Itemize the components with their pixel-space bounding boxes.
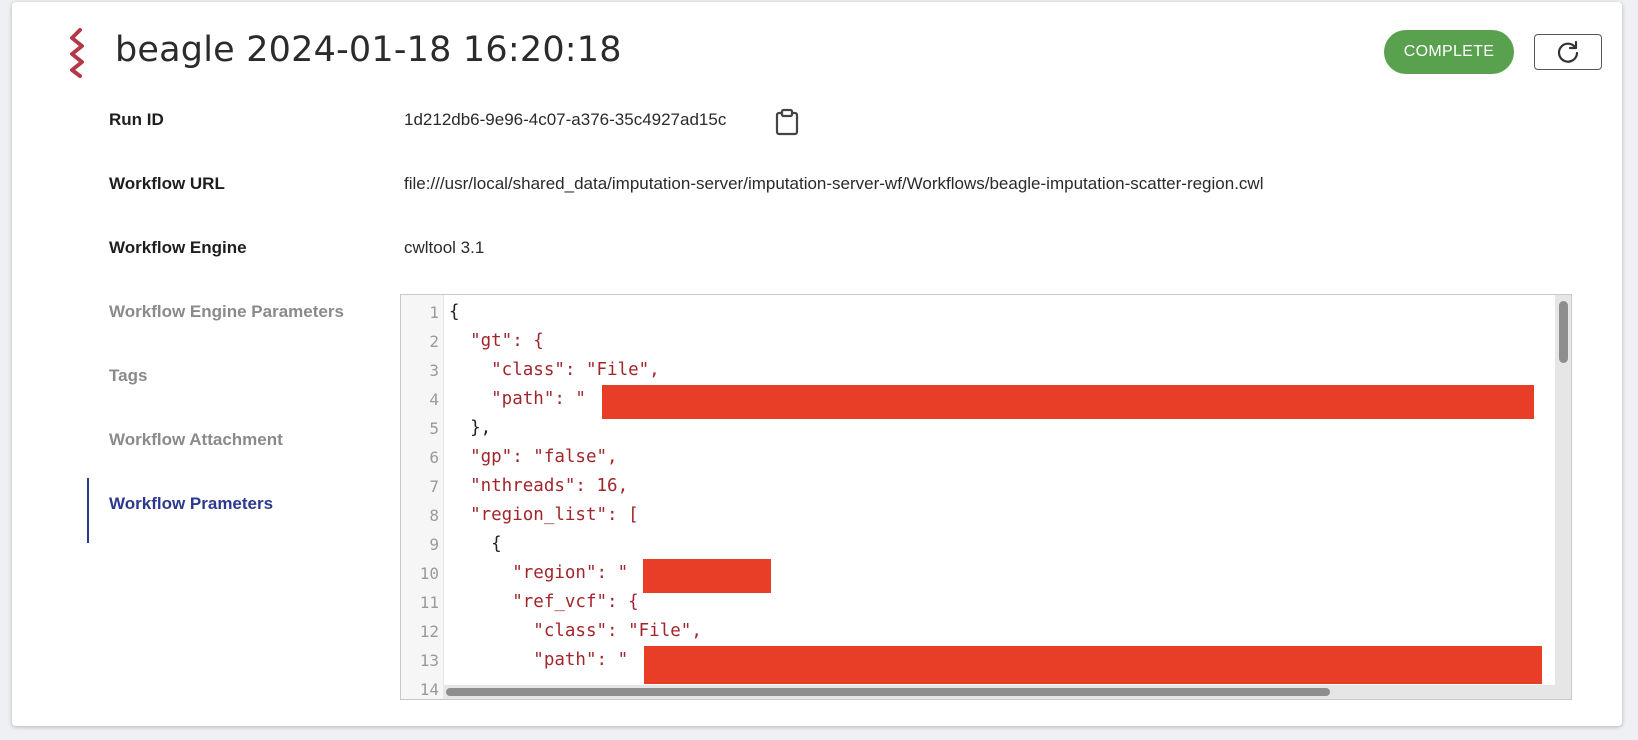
code-line: "path": " [449,389,586,409]
code-line: "region": " [449,563,629,583]
nav-item-tags[interactable]: Tags [109,366,147,386]
line-number: 3 [429,361,439,380]
run-id-value: 1d212db6-9e96-4c07-a376-35c4927ad15c [404,110,727,129]
horizontal-scroll-thumb[interactable] [446,688,1330,696]
line-number: 14 [419,680,439,699]
line-number: 8 [429,506,439,525]
code-line: { [449,534,502,554]
workflow-engine-value: cwltool 3.1 [404,238,485,257]
code-line: "nthreads": 16, [449,476,629,496]
workflow-engine-label: Workflow Engine [109,238,247,257]
clipboard-icon[interactable] [774,108,800,136]
workflow-url-value: file:///usr/local/shared_data/imputation… [404,174,1264,193]
refresh-button[interactable] [1534,34,1602,70]
refresh-icon [1557,40,1579,63]
line-number: 13 [419,651,439,670]
vertical-scroll-thumb[interactable] [1559,301,1568,363]
line-number: 7 [429,477,439,496]
code-line: "gt": { [449,331,544,351]
code-line: "class": "File", [449,360,660,380]
nav-item-parameters[interactable]: Workflow Prameters [109,494,273,514]
line-number-gutter: 1 2 3 4 5 6 7 8 9 10 11 12 13 14 [401,295,444,699]
line-number: 1 [429,303,439,322]
json-editor[interactable]: 1 2 3 4 5 6 7 8 9 10 11 12 13 14 { "gt":… [400,294,1572,700]
redaction-block [602,385,1534,419]
active-indicator [87,478,89,543]
vertical-scrollbar[interactable] [1555,295,1571,699]
workflow-url-label: Workflow URL [109,174,225,193]
zigzag-logo-icon [70,28,84,78]
code-line: "gp": "false", [449,447,618,467]
line-number: 11 [419,593,439,612]
horizontal-scrollbar[interactable] [443,685,1555,699]
code-line: "region_list": [ [449,505,639,525]
redaction-block [643,559,771,593]
nav-item-attachment[interactable]: Workflow Attachment [109,430,283,450]
code-line: "class": "File", [449,621,702,641]
line-number: 10 [419,564,439,583]
line-number: 2 [429,332,439,351]
code-line: }, [449,418,492,438]
code-line: { [449,302,460,322]
run-detail-card: beagle 2024-01-18 16:20:18 COMPLETE Run … [12,2,1622,726]
code-line: "path": " [449,650,629,670]
status-badge: COMPLETE [1384,30,1514,74]
page-title: beagle 2024-01-18 16:20:18 [115,30,622,70]
code-line: "ref_vcf": { [449,592,639,612]
run-id-label: Run ID [109,110,164,129]
line-number: 12 [419,622,439,641]
line-number: 5 [429,419,439,438]
redaction-block [644,646,1542,684]
line-number: 4 [429,390,439,409]
nav-item-engine-parameters[interactable]: Workflow Engine Parameters [109,302,344,322]
line-number: 9 [429,535,439,554]
line-number: 6 [429,448,439,467]
